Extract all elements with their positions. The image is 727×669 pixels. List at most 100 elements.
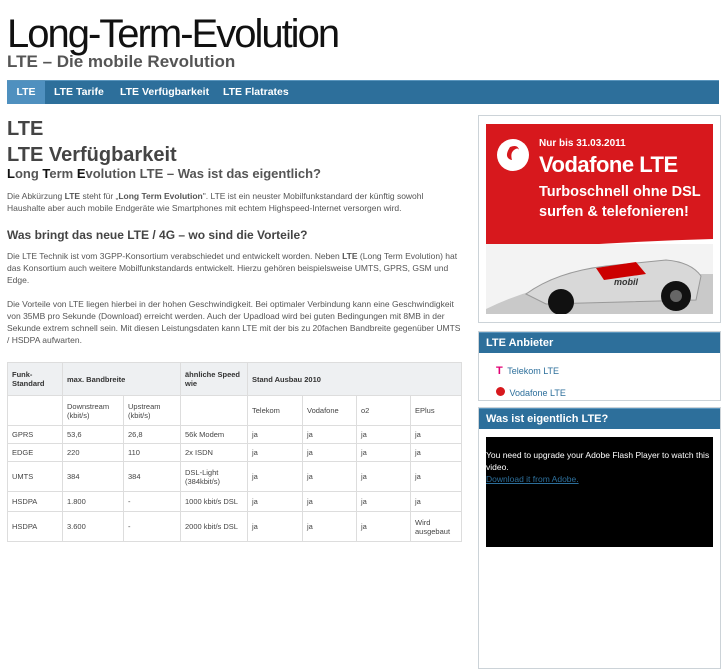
text: Die Abkürzung [7,191,65,201]
table-cell: HSDPA [7,511,63,542]
adobe-download-link[interactable]: Download it from Adobe. [486,474,579,484]
table-row: GPRS 53,6 26,8 56k Modem ja ja ja ja [7,425,462,444]
lte-comparison-table: Funk-Standard max. Bandbreite ähnliche S… [7,362,462,542]
heading-long-term-evolution: Long Term Evolution LTE – Was ist das ei… [7,166,321,181]
main-navigation: LTE LTE Tarife LTE Verfügbarkeit LTE Fla… [7,80,719,104]
nav-item-lte[interactable]: LTE [7,81,45,104]
table-cell: ja [247,443,303,462]
ad-brand: Vodafone LTE [539,152,678,177]
table-cell: ja [410,425,462,444]
table-header-row: Funk-Standard max. Bandbreite ähnliche S… [7,362,462,396]
table-cell: UMTS [7,461,63,492]
text: Die LTE Technik ist vom 3GPP-Konsortium … [7,251,343,261]
table-cell: - [123,491,181,512]
heading-fragment: volution LTE – Was ist das eigentlich? [85,166,321,181]
car-logo-text: mobil [614,277,638,287]
table-cell: 3.600 [62,511,124,542]
table-header-cell: Stand Ausbau 2010 [247,362,462,396]
table-cell: ja [247,511,303,542]
table-cell [7,395,63,426]
table-cell: ja [410,443,462,462]
table-header-cell: Funk-Standard [7,362,63,396]
initial-e: E [76,166,86,181]
table-row: EDGE 220 110 2x ISDN ja ja ja ja [7,443,462,462]
table-cell: ja [356,443,411,462]
table-cell: HSDPA [7,491,63,512]
table-row: HSDPA 3.600-2000 kbit/s DSL ja ja ja Wird aus… [7,511,462,542]
video-box-title: Was ist eigentlich LTE? [479,408,720,429]
table-cell: 1000 kbit/s DSL [180,491,248,512]
nav-item-lte-tarife[interactable]: LTE Tarife [54,81,104,104]
lte-anbieter-title: LTE Anbieter [479,332,720,353]
site-subtitle: LTE – Die mobile Revolution [7,52,236,71]
table-cell: o2 [356,395,411,426]
heading-vorteile: Was bringt das neue LTE / 4G – wo sind d… [7,228,308,242]
table-cell: ja [302,443,357,462]
lte-anbieter-box: LTE Anbieter T Telekom LTE Vodafone LTE [478,331,721,401]
anbieter-item-telekom[interactable]: T Telekom LTE [496,361,559,379]
table-header-cell: ähnliche Speed wie [180,362,248,396]
table-cell: 56k Modem [180,425,248,444]
paragraph-vorteile: Die Vorteile von LTE liegen hierbei in d… [7,299,461,345]
table-cell: EPlus [410,395,462,426]
table-cell: ja [356,461,411,492]
table-cell: ja [410,491,462,512]
nav-item-lte-verfuegbarkeit[interactable]: LTE Verfügbarkeit [120,81,209,104]
ad-line-1: Turboschnell ohne DSL [539,184,701,200]
flash-upgrade-message: You need to upgrade your Adobe Flash Pla… [486,450,710,472]
ad-line-2: surfen & telefonieren! [539,204,689,220]
race-car-front-wheel [548,289,574,314]
heading-fragment: ong [14,166,43,181]
table-cell: ja [356,491,411,512]
video-box: Was ist eigentlich LTE? You need to upgr… [478,407,721,669]
table-cell: ja [247,461,303,492]
telekom-logo-icon: T [496,365,503,377]
flash-video-player[interactable]: You need to upgrade your Adobe Flash Pla… [486,437,713,547]
table-cell: 53,6 [62,425,124,444]
table-cell: ja [302,425,357,444]
table-cell: ja [247,425,303,444]
table-cell: Vodafone [302,395,357,426]
nav-item-lte-flatrates[interactable]: LTE Flatrates [223,81,289,104]
table-cell [180,395,248,426]
heading-fragment: erm [49,166,77,181]
table-cell: ja [410,461,462,492]
table-cell: Wird ausgebaut [410,511,462,542]
table-cell: ja [302,461,357,492]
table-cell: 110 [123,443,181,462]
table-cell: ja [247,491,303,512]
table-cell: 384 [123,461,181,492]
table-row: HSDPA 1.800-1000 kbit/s DSL ja ja ja ja [7,491,462,512]
table-cell: EDGE [7,443,63,462]
vodafone-ad-box: Nur bis 31.03.2011 Vodafone LTE Turbosch… [478,115,721,323]
table-cell: 2000 kbit/s DSL [180,511,248,542]
heading-lte: LTE [7,118,44,140]
text: steht für „ [80,191,119,201]
table-cell: ja [302,511,357,542]
table-cell: ja [302,491,357,512]
table-cell: 220 [62,443,124,462]
table-cell: 26,8 [123,425,181,444]
table-row: UMTS 384 384 DSL-Light (384kbit/s) ja ja ja ja [7,461,462,492]
table-cell: ja [356,425,411,444]
table-cell: Downstream (kbit/s) [62,395,124,426]
site-title[interactable]: Long-Term-Evolution [7,12,340,57]
vodafone-logo-icon [497,139,529,171]
table-cell: Telekom [247,395,303,426]
telekom-lte-link[interactable]: Telekom LTE [507,366,559,376]
anbieter-item-vodafone[interactable]: Vodafone LTE [496,383,566,401]
table-cell: 2x ISDN [180,443,248,462]
text-bold: LTE [64,191,81,201]
table-cell: Upstream (kbit/s) [123,395,181,426]
vodafone-lte-ad[interactable]: Nur bis 31.03.2011 Vodafone LTE Turbosch… [486,124,713,314]
vodafone-lte-link[interactable]: Vodafone LTE [509,388,565,398]
table-cell: ja [356,511,411,542]
text-bold: Long Term Evolution [118,191,203,201]
table-header-cell: max. Bandbreite [62,362,181,396]
table-cell: 384 [62,461,124,492]
table-cell: - [123,511,181,542]
table-subheader-row: Downstream (kbit/s) Upstream (kbit/s) Te… [7,395,462,426]
intro-paragraph: Die Abkürzung LTE steht für „Long Term E… [7,190,462,214]
table-cell: DSL-Light (384kbit/s) [180,461,248,492]
heading-lte-verfuegbarkeit: LTE Verfügbarkeit [7,144,177,166]
